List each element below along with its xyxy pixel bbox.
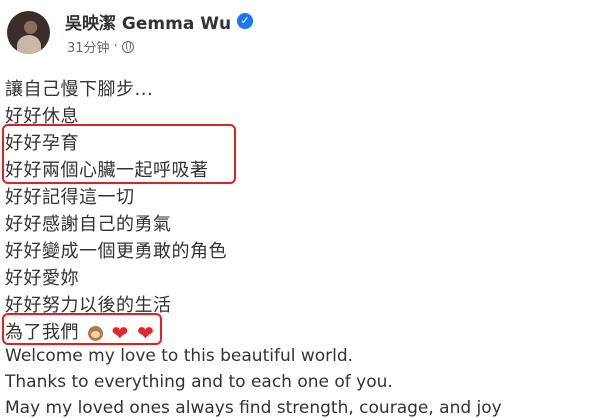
highlight-box [2,124,236,184]
verified-badge-icon: ✓ [237,13,254,29]
post-timestamp[interactable]: 31分钟 [67,37,110,56]
post-line: 好好愛妳 [5,268,79,289]
author-name[interactable]: 吳映潔 Gemma Wu [65,9,231,34]
meta-separator: · [113,39,118,54]
highlight-box [2,313,162,345]
post-header: 吳映潔 Gemma Wu ✓ [65,9,254,34]
post-line-english: Welcome my love to this beautiful world. [5,346,354,366]
facebook-post: 吳映潔 Gemma Wu ✓ 31分钟 · 讓自己慢下腳步... 好好休息 好好… [0,0,600,418]
post-meta: 31分钟 · [67,37,134,56]
post-line: 好好感謝自己的勇氣 [5,214,172,235]
post-line-english: Thanks to everything and to each one of … [5,372,393,392]
post-line-english: May my loved ones always find strength, … [5,398,502,418]
post-line: 好好變成一個更勇敢的角色 [5,241,227,262]
post-line: 好好記得這一切 [5,187,135,208]
post-line: 讓自己慢下腳步... [5,79,154,100]
globe-icon[interactable] [121,40,134,53]
avatar[interactable] [7,11,50,54]
